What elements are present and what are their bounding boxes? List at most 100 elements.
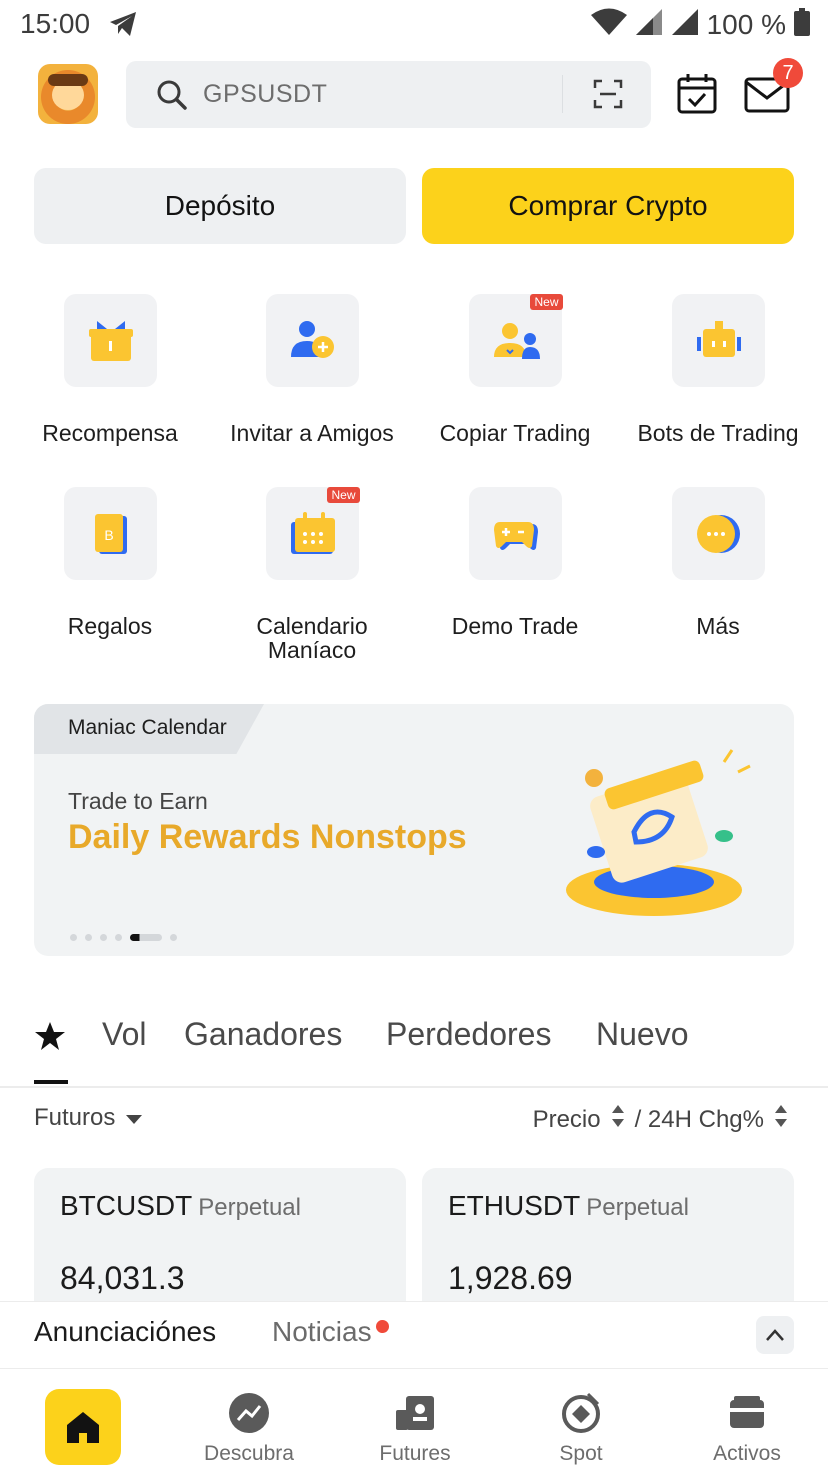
nav-spot[interactable]: Spot xyxy=(498,1370,664,1472)
search-input[interactable]: GPSUSDT xyxy=(203,80,327,109)
shortcut-recompensa[interactable]: Recompensa xyxy=(10,294,210,445)
signal-icon-2 xyxy=(671,8,699,41)
telegram-icon xyxy=(108,10,138,43)
coin-card-eth[interactable]: ETHUSDT Perpetual 1,928.69 xyxy=(422,1168,794,1318)
contract-type: Perpetual xyxy=(586,1194,689,1221)
buy-crypto-button[interactable]: Comprar Crypto xyxy=(422,168,794,244)
discover-icon xyxy=(228,1392,270,1439)
nav-assets[interactable]: Activos xyxy=(664,1370,828,1472)
shortcut-calendario[interactable]: New Calendario Maníaco xyxy=(212,487,412,662)
status-bar: 15:00 100 % xyxy=(0,0,828,50)
spot-icon xyxy=(560,1392,602,1439)
calendar-check-icon[interactable] xyxy=(676,73,718,120)
gift-card-icon: B xyxy=(63,487,157,580)
banner-category: Maniac Calendar xyxy=(68,716,227,739)
pager-dot-active xyxy=(130,934,162,941)
sort-icon[interactable] xyxy=(611,1104,625,1135)
announcements-bar: Anunciaciónes Noticias xyxy=(0,1301,828,1369)
gamepad-icon xyxy=(468,487,562,580)
tab-news[interactable]: Noticias xyxy=(272,1316,372,1348)
shortcut-mas[interactable]: Más xyxy=(618,487,818,638)
shortcut-label: Bots de Trading xyxy=(637,420,799,446)
add-friend-icon xyxy=(265,294,359,387)
avatar[interactable] xyxy=(38,64,98,124)
tab-nuevo[interactable]: Nuevo xyxy=(596,1016,689,1053)
home-pill xyxy=(45,1389,121,1465)
more-icon xyxy=(671,487,765,580)
nav-futures[interactable]: Futures xyxy=(332,1370,498,1472)
coin-symbol-row: ETHUSDT Perpetual xyxy=(448,1190,689,1222)
sort-controls: Precio / 24H Chg% xyxy=(533,1104,788,1135)
sort-icon[interactable] xyxy=(774,1104,788,1135)
svg-text:B: B xyxy=(104,527,113,543)
news-unread-dot xyxy=(376,1320,389,1333)
tab-ganadores[interactable]: Ganadores xyxy=(184,1016,342,1053)
futures-icon xyxy=(394,1392,436,1439)
nav-home[interactable] xyxy=(0,1370,166,1472)
shortcut-label: Regalos xyxy=(67,613,153,639)
coin-price: 1,928.69 xyxy=(448,1260,573,1296)
contract-type: Perpetual xyxy=(198,1194,301,1221)
status-right: 100 % xyxy=(590,8,810,41)
nav-label: Activos xyxy=(713,1442,781,1465)
banner-title: Daily Rewards Nonstops xyxy=(68,818,467,856)
banner-pager xyxy=(70,934,177,941)
sort-price-label[interactable]: Precio xyxy=(533,1106,601,1134)
coin-symbol-row: BTCUSDT Perpetual xyxy=(60,1190,301,1222)
expand-button[interactable] xyxy=(756,1316,794,1354)
bot-icon xyxy=(671,294,765,387)
scan-icon[interactable] xyxy=(593,79,623,114)
battery-text: 100 % xyxy=(706,8,786,40)
active-tab-indicator xyxy=(34,1080,68,1084)
nav-label: Descubra xyxy=(204,1442,294,1465)
home-icon xyxy=(67,1412,99,1443)
battery-icon xyxy=(794,8,810,41)
calendar-icon: New xyxy=(265,487,360,580)
coin-card-btc[interactable]: BTCUSDT Perpetual 84,031.3 xyxy=(34,1168,406,1318)
shortcut-copiar[interactable]: New Copiar Trading xyxy=(415,294,615,445)
coin-symbol: ETHUSDT xyxy=(448,1190,581,1221)
shortcut-label: Recompensa xyxy=(42,420,178,446)
tab-vol[interactable]: Vol xyxy=(102,1016,146,1053)
tab-perdedores[interactable]: Perdedores xyxy=(386,1016,551,1053)
sort-change-label[interactable]: / 24H Chg% xyxy=(635,1106,764,1134)
new-tag: New xyxy=(530,294,563,310)
star-icon[interactable] xyxy=(34,1020,66,1057)
shortcut-label: Invitar a Amigos xyxy=(230,420,394,446)
shortcut-invitar[interactable]: Invitar a Amigos xyxy=(212,294,412,445)
gift-icon xyxy=(63,294,157,387)
nav-label: Spot xyxy=(559,1442,603,1465)
pager-dot xyxy=(85,934,92,941)
pager-dot xyxy=(170,934,177,941)
bottom-nav: Descubra Futures Spot Activos xyxy=(0,1370,828,1472)
tab-announcements[interactable]: Anunciaciónes xyxy=(34,1316,216,1348)
shortcut-label: Más xyxy=(696,613,740,639)
mail-badge: 7 xyxy=(773,58,803,88)
pager-dot xyxy=(70,934,77,941)
shortcut-regalos[interactable]: B Regalos xyxy=(10,487,210,638)
filter-label: Futuros xyxy=(34,1104,116,1131)
shortcut-label: Calendario Maníaco xyxy=(256,613,368,663)
caret-down-icon xyxy=(125,1104,143,1132)
banner-subtitle: Trade to Earn xyxy=(68,788,208,814)
shortcut-demo[interactable]: Demo Trade xyxy=(415,487,615,638)
copy-trading-icon: New xyxy=(468,294,563,387)
chevron-up-icon xyxy=(766,1329,784,1341)
nav-discover[interactable]: Descubra xyxy=(166,1370,332,1472)
search-divider xyxy=(562,75,563,113)
status-time: 15:00 xyxy=(20,8,91,39)
market-filter-dropdown[interactable]: Futuros xyxy=(34,1104,143,1132)
search-icon xyxy=(156,79,188,116)
deposit-button[interactable]: Depósito xyxy=(34,168,406,244)
coin-symbol: BTCUSDT xyxy=(60,1190,193,1221)
filter-row: Futuros Precio / 24H Chg% xyxy=(0,1100,828,1140)
pager-dot xyxy=(100,934,107,941)
wallet-icon xyxy=(726,1392,768,1439)
market-tabs: Vol Ganadores Perdedores Nuevo xyxy=(0,990,828,1088)
shortcut-label: Copiar Trading xyxy=(439,420,591,446)
search-bar[interactable]: GPSUSDT xyxy=(126,61,651,128)
pager-dot xyxy=(115,934,122,941)
promo-banner[interactable]: Maniac Calendar Trade to Earn Daily Rewa… xyxy=(34,704,794,956)
shortcut-bots[interactable]: Bots de Trading xyxy=(618,294,818,445)
coin-price: 84,031.3 xyxy=(60,1260,185,1296)
